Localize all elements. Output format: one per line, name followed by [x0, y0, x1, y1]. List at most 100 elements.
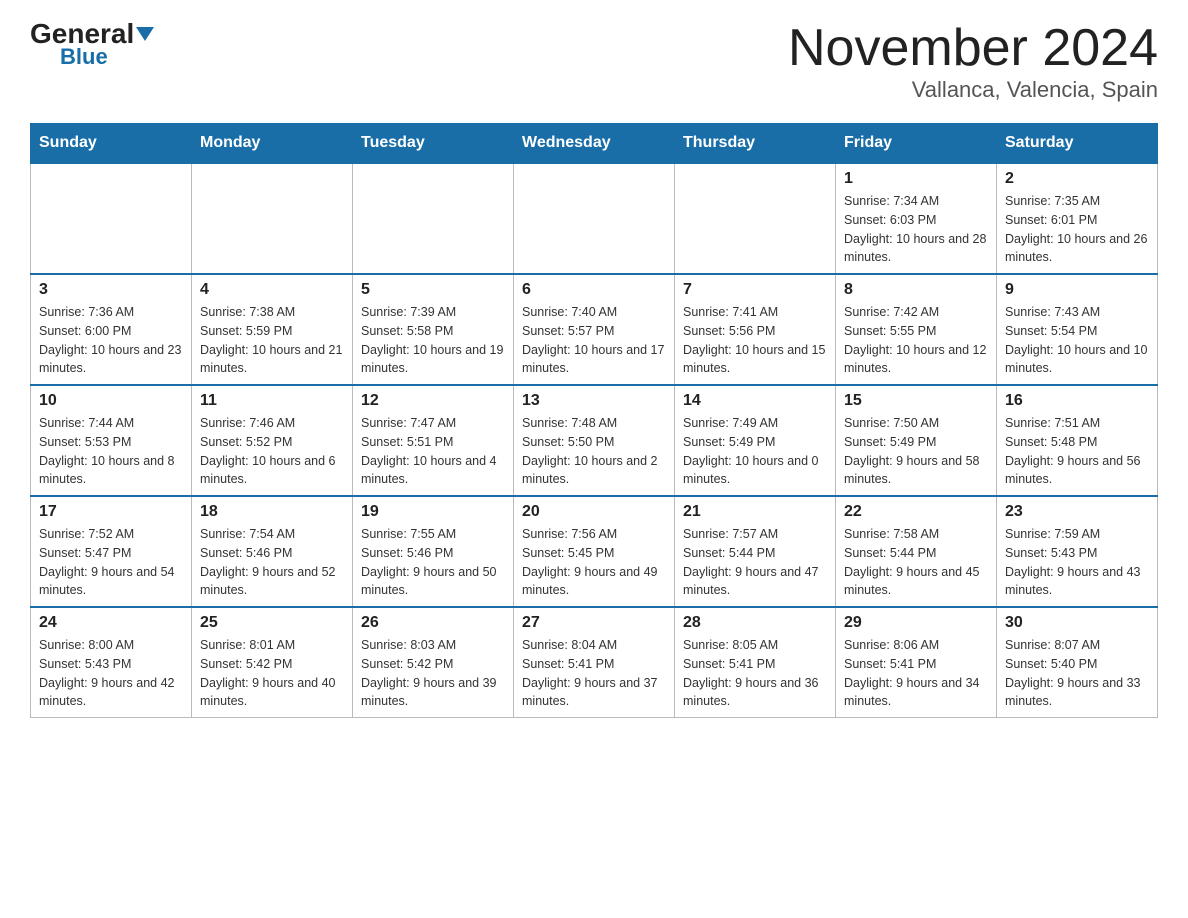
weekday-header-monday: Monday: [192, 124, 353, 164]
day-info: Sunrise: 8:04 AMSunset: 5:41 PMDaylight:…: [522, 636, 666, 711]
day-number: 25: [200, 614, 344, 632]
weekday-header-sunday: Sunday: [31, 124, 192, 164]
weekday-header-saturday: Saturday: [997, 124, 1158, 164]
calendar-cell: 23 Sunrise: 7:59 AMSunset: 5:43 PMDayligh…: [997, 496, 1158, 607]
day-info: Sunrise: 8:06 AMSunset: 5:41 PMDaylight:…: [844, 636, 988, 711]
calendar-cell: 20 Sunrise: 7:56 AMSunset: 5:45 PMDayligh…: [514, 496, 675, 607]
day-info: Sunrise: 7:51 AMSunset: 5:48 PMDaylight:…: [1005, 414, 1149, 489]
day-info: Sunrise: 8:01 AMSunset: 5:42 PMDaylight:…: [200, 636, 344, 711]
calendar-cell: 8 Sunrise: 7:42 AMSunset: 5:55 PMDaylight…: [836, 274, 997, 385]
calendar-week-row: 3 Sunrise: 7:36 AMSunset: 6:00 PMDaylight…: [31, 274, 1158, 385]
day-info: Sunrise: 7:34 AMSunset: 6:03 PMDaylight:…: [844, 192, 988, 267]
weekday-header-wednesday: Wednesday: [514, 124, 675, 164]
calendar-cell: 10 Sunrise: 7:44 AMSunset: 5:53 PMDayligh…: [31, 385, 192, 496]
day-info: Sunrise: 7:44 AMSunset: 5:53 PMDaylight:…: [39, 414, 183, 489]
day-number: 8: [844, 281, 988, 299]
calendar-cell: 1 Sunrise: 7:34 AMSunset: 6:03 PMDaylight…: [836, 163, 997, 274]
location-title: Vallanca, Valencia, Spain: [788, 77, 1158, 103]
calendar-cell: 12 Sunrise: 7:47 AMSunset: 5:51 PMDayligh…: [353, 385, 514, 496]
day-info: Sunrise: 7:58 AMSunset: 5:44 PMDaylight:…: [844, 525, 988, 600]
calendar-week-row: 10 Sunrise: 7:44 AMSunset: 5:53 PMDayligh…: [31, 385, 1158, 496]
day-info: Sunrise: 7:59 AMSunset: 5:43 PMDaylight:…: [1005, 525, 1149, 600]
day-number: 24: [39, 614, 183, 632]
calendar-cell: 30 Sunrise: 8:07 AMSunset: 5:40 PMDayligh…: [997, 607, 1158, 718]
day-info: Sunrise: 7:47 AMSunset: 5:51 PMDaylight:…: [361, 414, 505, 489]
calendar-cell: 29 Sunrise: 8:06 AMSunset: 5:41 PMDayligh…: [836, 607, 997, 718]
logo-triangle-icon: [134, 18, 154, 49]
day-info: Sunrise: 7:48 AMSunset: 5:50 PMDaylight:…: [522, 414, 666, 489]
calendar-cell: 28Sunrise: 8:05 AMSunset: 5:41 PMDayligh…: [675, 607, 836, 718]
day-info: Sunrise: 7:57 AMSunset: 5:44 PMDaylight:…: [683, 525, 827, 600]
day-info: Sunrise: 7:54 AMSunset: 5:46 PMDaylight:…: [200, 525, 344, 600]
calendar-cell: [514, 163, 675, 274]
calendar-cell: [675, 163, 836, 274]
weekday-header-friday: Friday: [836, 124, 997, 164]
calendar-cell: 17Sunrise: 7:52 AMSunset: 5:47 PMDayligh…: [31, 496, 192, 607]
calendar-week-row: 24 Sunrise: 8:00 AMSunset: 5:43 PMDayligh…: [31, 607, 1158, 718]
day-number: 12: [361, 392, 505, 410]
calendar-cell: 2 Sunrise: 7:35 AMSunset: 6:01 PMDaylight…: [997, 163, 1158, 274]
calendar-cell: 25 Sunrise: 8:01 AMSunset: 5:42 PMDayligh…: [192, 607, 353, 718]
title-block: November 2024 Vallanca, Valencia, Spain: [788, 20, 1158, 103]
calendar-cell: 3 Sunrise: 7:36 AMSunset: 6:00 PMDaylight…: [31, 274, 192, 385]
day-info: Sunrise: 7:36 AMSunset: 6:00 PMDaylight:…: [39, 303, 183, 378]
calendar-cell: 14 Sunrise: 7:49 AMSunset: 5:49 PMDayligh…: [675, 385, 836, 496]
day-info: Sunrise: 8:00 AMSunset: 5:43 PMDaylight:…: [39, 636, 183, 711]
day-info: Sunrise: 7:40 AMSunset: 5:57 PMDaylight:…: [522, 303, 666, 378]
calendar-week-row: 1 Sunrise: 7:34 AMSunset: 6:03 PMDaylight…: [31, 163, 1158, 274]
day-number: 23: [1005, 503, 1149, 521]
calendar-cell: 13 Sunrise: 7:48 AMSunset: 5:50 PMDayligh…: [514, 385, 675, 496]
calendar-cell: 22 Sunrise: 7:58 AMSunset: 5:44 PMDayligh…: [836, 496, 997, 607]
day-number: 11: [200, 392, 344, 410]
calendar-cell: 26 Sunrise: 8:03 AMSunset: 5:42 PMDayligh…: [353, 607, 514, 718]
day-info: Sunrise: 8:03 AMSunset: 5:42 PMDaylight:…: [361, 636, 505, 711]
day-number: 10: [39, 392, 183, 410]
day-info: Sunrise: 7:35 AMSunset: 6:01 PMDaylight:…: [1005, 192, 1149, 267]
logo: General Blue: [30, 20, 154, 70]
day-number: 21: [683, 503, 827, 521]
day-info: Sunrise: 7:56 AMSunset: 5:45 PMDaylight:…: [522, 525, 666, 600]
month-title: November 2024: [788, 20, 1158, 77]
day-number: 13: [522, 392, 666, 410]
day-info: Sunrise: 7:55 AMSunset: 5:46 PMDaylight:…: [361, 525, 505, 600]
calendar-cell: 21 Sunrise: 7:57 AMSunset: 5:44 PMDayligh…: [675, 496, 836, 607]
day-number: 5: [361, 281, 505, 299]
calendar-header-row: SundayMondayTuesdayWednesdayThursdayFrid…: [31, 124, 1158, 164]
day-info: Sunrise: 7:49 AMSunset: 5:49 PMDaylight:…: [683, 414, 827, 489]
day-number: 6: [522, 281, 666, 299]
day-number: 27: [522, 614, 666, 632]
day-info: Sunrise: 7:46 AMSunset: 5:52 PMDaylight:…: [200, 414, 344, 489]
calendar-cell: 19 Sunrise: 7:55 AMSunset: 5:46 PMDayligh…: [353, 496, 514, 607]
day-info: Sunrise: 7:39 AMSunset: 5:58 PMDaylight:…: [361, 303, 505, 378]
day-info: Sunrise: 8:07 AMSunset: 5:40 PMDaylight:…: [1005, 636, 1149, 711]
day-info: Sunrise: 7:42 AMSunset: 5:55 PMDaylight:…: [844, 303, 988, 378]
calendar-cell: 4 Sunrise: 7:38 AMSunset: 5:59 PMDaylight…: [192, 274, 353, 385]
day-number: 22: [844, 503, 988, 521]
calendar-cell: 11 Sunrise: 7:46 AMSunset: 5:52 PMDayligh…: [192, 385, 353, 496]
weekday-header-tuesday: Tuesday: [353, 124, 514, 164]
calendar-cell: [192, 163, 353, 274]
day-number: 30: [1005, 614, 1149, 632]
calendar-cell: 7Sunrise: 7:41 AMSunset: 5:56 PMDaylight…: [675, 274, 836, 385]
calendar-cell: 6 Sunrise: 7:40 AMSunset: 5:57 PMDaylight…: [514, 274, 675, 385]
calendar-cell: 9Sunrise: 7:43 AMSunset: 5:54 PMDaylight…: [997, 274, 1158, 385]
day-number: 16: [1005, 392, 1149, 410]
day-number: 3: [39, 281, 183, 299]
calendar-cell: 16 Sunrise: 7:51 AMSunset: 5:48 PMDayligh…: [997, 385, 1158, 496]
day-number: 20: [522, 503, 666, 521]
day-number: 2: [1005, 170, 1149, 188]
day-number: 4: [200, 281, 344, 299]
day-number: 7: [683, 281, 827, 299]
calendar-week-row: 17Sunrise: 7:52 AMSunset: 5:47 PMDayligh…: [31, 496, 1158, 607]
calendar-cell: [31, 163, 192, 274]
day-number: 1: [844, 170, 988, 188]
day-number: 29: [844, 614, 988, 632]
day-info: Sunrise: 7:38 AMSunset: 5:59 PMDaylight:…: [200, 303, 344, 378]
calendar-cell: [353, 163, 514, 274]
calendar-cell: 5 Sunrise: 7:39 AMSunset: 5:58 PMDaylight…: [353, 274, 514, 385]
day-number: 14: [683, 392, 827, 410]
day-number: 19: [361, 503, 505, 521]
day-number: 26: [361, 614, 505, 632]
day-number: 18: [200, 503, 344, 521]
calendar-cell: 27 Sunrise: 8:04 AMSunset: 5:41 PMDayligh…: [514, 607, 675, 718]
